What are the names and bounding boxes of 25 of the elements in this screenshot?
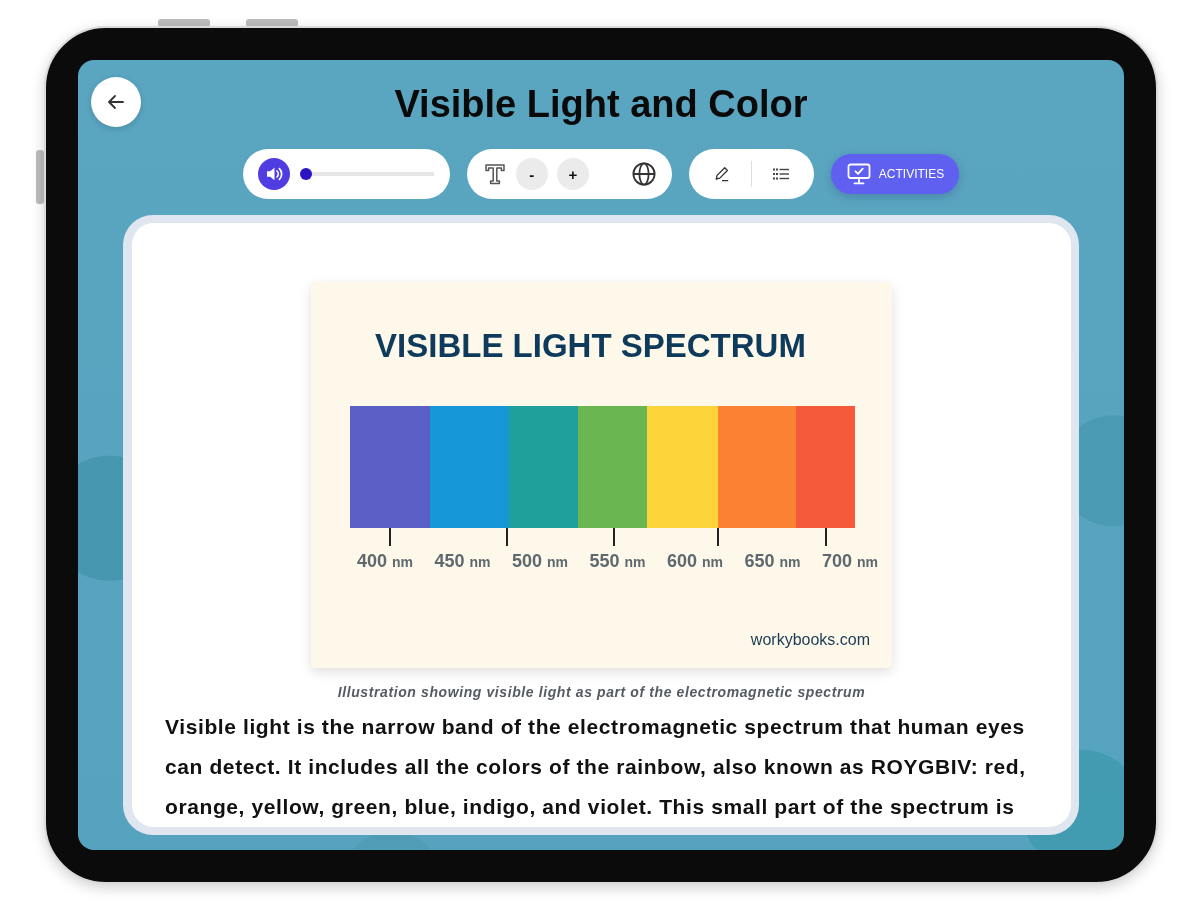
figure-caption: Illustration showing visible light as part of the electromagnetic spectrum [336, 683, 867, 702]
increase-text-button[interactable]: + [556, 158, 589, 190]
wavelength-label: 400 nm [357, 550, 414, 573]
list-icon[interactable] [772, 167, 789, 181]
wavelength-label: 500 nm [511, 550, 569, 573]
wavelength-label: 450 nm [434, 550, 491, 573]
page-title: Visible Light and Color [393, 82, 809, 127]
activities-button[interactable]: ACTIVITIES [830, 154, 960, 194]
pencil-icon[interactable] [713, 166, 730, 182]
speaker-icon[interactable] [257, 158, 290, 190]
wavelength-label: 550 nm [589, 550, 646, 573]
illustration-title: VISIBLE LIGHT SPECTRUM [374, 327, 807, 365]
slider-thumb[interactable] [299, 168, 312, 180]
back-button[interactable] [91, 77, 141, 127]
arrow-left-icon [106, 92, 126, 112]
wavelength-label: 700 nm [821, 550, 878, 573]
wavelength-label: 650 nm [744, 550, 801, 573]
lesson-paragraph: Visible light is the narrow band of the electromagnetic spectrum that human eyes can detect. It includes all the colors of the rainbow, also known as ROYGBIV: red, orange, yellow, green, blue, indigo, and violet. This small part of the spectrum is [164, 714, 1027, 820]
decrease-text-button[interactable]: - [515, 158, 548, 190]
wavelength-label: 600 nm [666, 550, 723, 573]
globe-icon[interactable] [631, 162, 656, 186]
monitor-check-icon [846, 163, 871, 185]
bezel-ridge [36, 150, 44, 204]
credit-text: workybooks.com [750, 630, 870, 650]
text-size-icon[interactable] [483, 162, 506, 186]
